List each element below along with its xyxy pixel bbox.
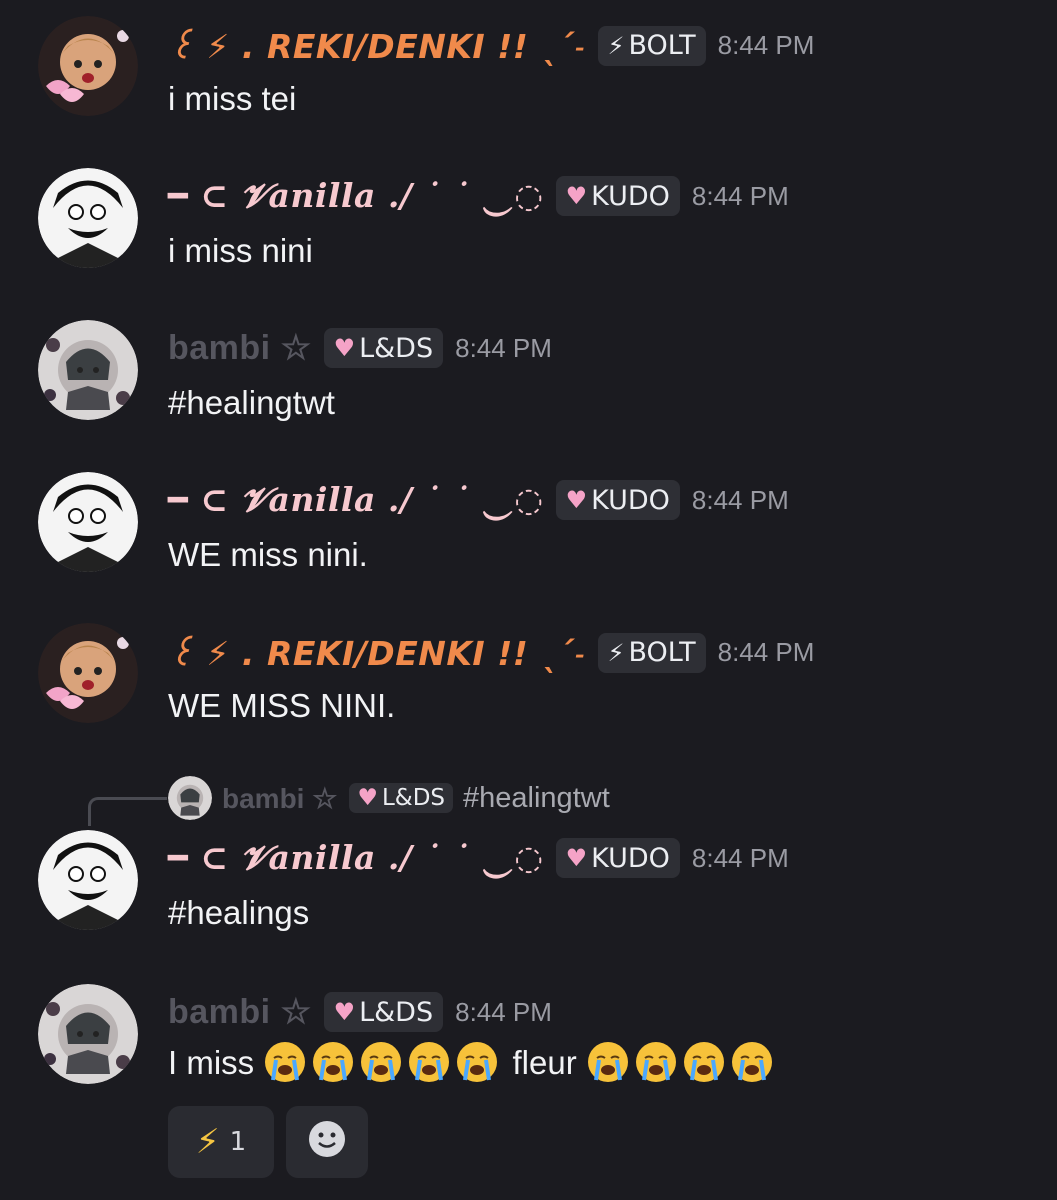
author-name[interactable]: bambi ☆ <box>168 992 312 1032</box>
reply-role-tag[interactable]: ♥ L&DS <box>349 783 454 813</box>
role-tag[interactable]: ♥ L&DS <box>323 328 444 368</box>
reaction-bar: ⚡ 1 <box>168 1106 380 1178</box>
tag-label: L&DS <box>359 996 434 1028</box>
timestamp: 8:44 PM <box>455 332 552 363</box>
tag-label: KUDO <box>591 484 670 516</box>
author-name[interactable]: ━ ⊂ 𝓥anilla ./ ˙ ˙ ‿◌ <box>168 176 544 216</box>
author-name[interactable]: ━ ⊂ 𝓥anilla ./ ˙ ˙ ‿◌ <box>168 838 544 878</box>
loudly-crying-emoji-icon <box>634 1040 678 1084</box>
reply-connector <box>88 797 167 826</box>
message-text: WE MISS NINI. <box>168 687 396 724</box>
loudly-crying-emoji-icon <box>359 1040 403 1084</box>
loudly-crying-emoji-icon <box>311 1040 355 1084</box>
loudly-crying-emoji-icon <box>263 1040 307 1084</box>
heart-icon: ♥ <box>333 334 356 362</box>
chat-log: ꒰ ⚡︎ . REKI/DENKI !! ˎˊ˗ ⚡ BOLT 8:44 PM i… <box>0 0 1057 1200</box>
heart-icon: ♥ <box>565 182 588 210</box>
timestamp: 8:44 PM <box>717 30 815 60</box>
loudly-crying-emoji-icon <box>455 1040 499 1084</box>
heart-icon: ♥ <box>565 486 588 514</box>
vanilla-avatar[interactable] <box>38 168 138 268</box>
timestamp: 8:44 PM <box>717 637 815 667</box>
role-tag[interactable]: ⚡ BOLT <box>597 632 706 673</box>
tag-label: BOLT <box>628 637 696 668</box>
timestamp: 8:44 PM <box>691 180 789 211</box>
loudly-crying-emoji-icon <box>586 1040 630 1084</box>
author-name[interactable]: ꒰ ⚡︎ . REKI/DENKI !! ˎˊ˗ <box>168 24 586 67</box>
reki-avatar[interactable] <box>38 623 138 723</box>
lightning-icon: ⚡ <box>607 31 625 60</box>
reaction-lightning[interactable]: ⚡ 1 <box>168 1106 274 1178</box>
author-name[interactable]: ━ ⊂ 𝓥anilla ./ ˙ ˙ ‿◌ <box>168 480 544 520</box>
heart-icon: ♥ <box>565 844 588 872</box>
message-text: i miss tei <box>168 80 297 117</box>
role-tag[interactable]: ♥ KUDO <box>555 176 680 216</box>
role-tag[interactable]: ♥ KUDO <box>555 480 680 520</box>
reki-avatar[interactable] <box>38 16 138 116</box>
message-text: #healings <box>168 894 310 931</box>
heart-icon: ♥ <box>357 785 378 811</box>
timestamp: 8:44 PM <box>691 842 789 873</box>
reply-preview[interactable]: bambi ☆ ♥ L&DS #healingtwt <box>168 776 610 820</box>
bambi-avatar[interactable] <box>38 320 138 420</box>
lightning-icon: ⚡ <box>195 1122 220 1162</box>
loudly-crying-emoji-icon <box>682 1040 726 1084</box>
message-text-middle: fleur <box>512 1044 577 1081</box>
timestamp: 8:44 PM <box>455 996 552 1027</box>
message-text: #healingtwt <box>168 384 335 421</box>
loudly-crying-emoji-icon <box>730 1040 774 1084</box>
tag-label: KUDO <box>591 842 670 874</box>
loudly-crying-emoji-icon <box>407 1040 451 1084</box>
reply-author[interactable]: bambi ☆ <box>222 782 337 815</box>
role-tag[interactable]: ♥ KUDO <box>555 838 680 878</box>
lightning-icon: ⚡ <box>607 638 625 667</box>
message-text: i miss nini <box>168 232 313 269</box>
bambi-avatar[interactable] <box>38 984 138 1084</box>
tag-label: L&DS <box>359 332 434 364</box>
timestamp: 8:44 PM <box>691 484 789 515</box>
author-name[interactable]: bambi ☆ <box>168 328 312 368</box>
bambi-avatar[interactable] <box>168 776 212 820</box>
add-reaction-icon <box>307 1119 347 1166</box>
vanilla-avatar[interactable] <box>38 830 138 930</box>
add-reaction-button[interactable] <box>286 1106 368 1178</box>
role-tag[interactable]: ♥ L&DS <box>323 992 444 1032</box>
tag-label: KUDO <box>591 180 670 212</box>
tag-label: BOLT <box>628 30 696 61</box>
reaction-count: 1 <box>229 1127 247 1157</box>
message-text: WE miss nini. <box>168 536 368 573</box>
heart-icon: ♥ <box>333 998 356 1026</box>
author-name[interactable]: ꒰ ⚡︎ . REKI/DENKI !! ˎˊ˗ <box>168 631 586 674</box>
vanilla-avatar[interactable] <box>38 472 138 572</box>
tag-label: L&DS <box>381 785 446 811</box>
reply-text: #healingtwt <box>463 781 610 814</box>
message-text: I miss fleur <box>168 1040 778 1084</box>
role-tag[interactable]: ⚡ BOLT <box>597 25 706 66</box>
message-text-start: I miss <box>168 1044 255 1081</box>
